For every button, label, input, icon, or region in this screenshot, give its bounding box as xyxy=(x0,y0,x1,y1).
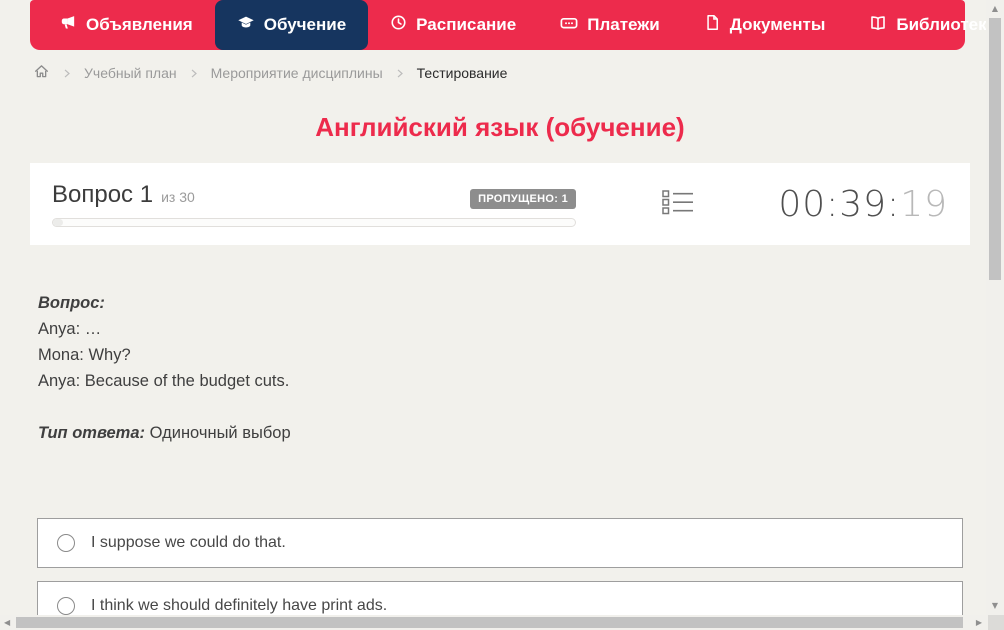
question-body: Вопрос: Anya: … Mona: Why? Anya: Because… xyxy=(38,290,938,446)
question-number: Вопрос 1 xyxy=(52,181,154,208)
clock-icon xyxy=(390,14,407,36)
nav-tab-schedule[interactable]: Расписание xyxy=(368,0,538,50)
nav-tab-payments[interactable]: Платежи xyxy=(538,0,682,50)
page: Объявления Обучение Расписание Платежи Д… xyxy=(0,0,1004,630)
scroll-left-arrow-icon[interactable]: ◀ xyxy=(4,615,10,630)
horizontal-scrollbar-thumb[interactable] xyxy=(16,617,963,628)
home-icon[interactable] xyxy=(33,63,50,83)
answer-type-label: Тип ответа: xyxy=(38,424,146,442)
scrollbar-corner xyxy=(988,615,1004,630)
breadcrumb-separator-icon xyxy=(396,67,404,80)
nav-tab-learning[interactable]: Обучение xyxy=(214,0,369,50)
timer-seconds: 19 xyxy=(900,183,948,225)
answer-option-label: I think we should definitely have print … xyxy=(91,597,388,614)
progress-bar-fill xyxy=(53,219,64,226)
skipped-badge: ПРОПУЩЕНО: 1 xyxy=(470,189,576,209)
scroll-up-arrow-icon[interactable]: ▲ xyxy=(986,2,1004,16)
answer-option-1[interactable]: I suppose we could do that. xyxy=(37,518,963,568)
question-label: Вопрос: xyxy=(38,294,105,312)
question-line: Anya: … xyxy=(38,320,102,338)
nav-tab-label: Объявления xyxy=(86,15,193,34)
scroll-right-arrow-icon[interactable]: ▶ xyxy=(976,615,982,630)
breadcrumb-item-discipline-event[interactable]: Мероприятие дисциплины xyxy=(211,65,383,81)
answer-options: I suppose we could do that. I think we s… xyxy=(37,518,963,630)
megaphone-icon xyxy=(60,14,77,36)
answer-option-label: I suppose we could do that. xyxy=(91,534,286,551)
top-nav: Объявления Обучение Расписание Платежи Д… xyxy=(30,0,996,50)
nav-tab-documents[interactable]: Документы xyxy=(682,0,848,50)
scroll-down-arrow-icon[interactable]: ▼ xyxy=(986,599,1004,613)
timer: 00:39:19 xyxy=(778,184,948,225)
payment-card-icon xyxy=(560,14,578,37)
nav-tab-label: Расписание xyxy=(416,15,517,34)
nav-tab-announcements[interactable]: Объявления xyxy=(38,0,215,50)
question-header-card: Вопрос 1 из 30 ПРОПУЩЕНО: 1 00:39:19 xyxy=(30,163,970,245)
radio-button[interactable] xyxy=(57,597,75,615)
page-title: Английский язык (обучение) xyxy=(315,112,685,142)
question-progress-block: Вопрос 1 из 30 ПРОПУЩЕНО: 1 xyxy=(52,181,576,227)
book-icon xyxy=(869,14,887,37)
nav-tab-label: Документы xyxy=(729,15,826,34)
breadcrumb: Учебный план Мероприятие дисциплины Тест… xyxy=(33,60,507,86)
progress-bar xyxy=(52,218,576,227)
question-total: из 30 xyxy=(161,189,195,205)
question-line: Mona: Why? xyxy=(38,346,131,364)
radio-button[interactable] xyxy=(57,534,75,552)
breadcrumb-item-curriculum[interactable]: Учебный план xyxy=(84,65,177,81)
vertical-scrollbar-thumb[interactable] xyxy=(989,18,1001,280)
breadcrumb-separator-icon xyxy=(63,67,71,80)
nav-tab-label: Платежи xyxy=(587,15,660,34)
document-icon xyxy=(704,14,721,36)
horizontal-scrollbar[interactable]: ◀ ▶ xyxy=(0,615,988,630)
breadcrumb-item-testing: Тестирование xyxy=(416,65,508,81)
question-line: Anya: Because of the budget cuts. xyxy=(38,372,290,390)
breadcrumb-separator-icon xyxy=(190,67,198,80)
graduation-cap-icon xyxy=(237,14,255,37)
nav-tab-library[interactable]: Библиотека xyxy=(847,0,1004,50)
nav-tab-label: Библиотека xyxy=(896,15,997,34)
timer-minutes: 00:39: xyxy=(778,183,901,225)
answer-type-line: Тип ответа: Одиночный выбор xyxy=(38,420,938,446)
nav-tab-label: Обучение xyxy=(263,15,347,34)
question-list-button[interactable] xyxy=(662,188,694,221)
answer-type-value: Одиночный выбор xyxy=(149,424,291,442)
question-list-icon xyxy=(662,188,694,221)
vertical-scrollbar[interactable]: ▲ ▼ xyxy=(986,0,1004,615)
